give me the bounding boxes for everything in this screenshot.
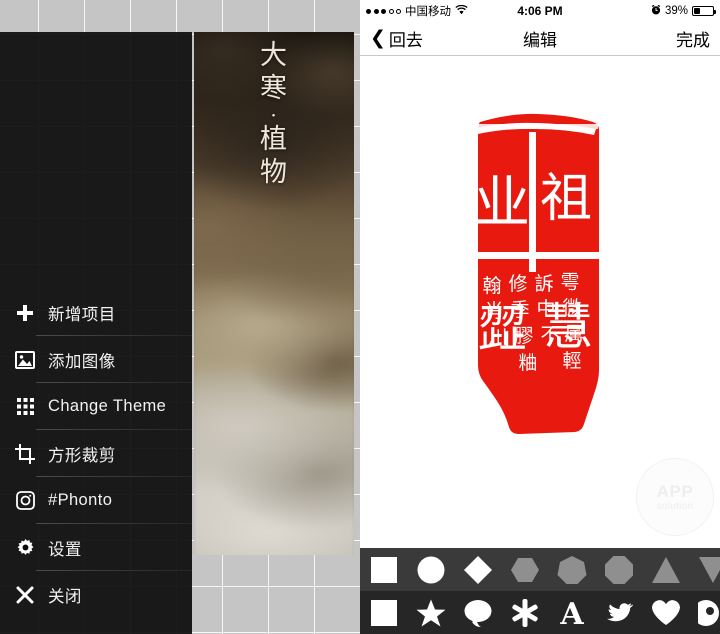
svg-text:业: 业	[474, 171, 530, 236]
gear-icon	[12, 535, 38, 561]
navigation-bar: ❮ 回去 编辑 完成	[360, 22, 720, 56]
svg-text:不: 不	[540, 324, 559, 346]
menu-spacer	[0, 32, 192, 289]
shape-star[interactable]	[407, 591, 454, 634]
svg-text:A: A	[559, 598, 584, 628]
image-icon	[12, 347, 38, 373]
photo-canvas[interactable]: 大 寒 · 植 物	[194, 32, 354, 555]
shape-triangle-down[interactable]	[689, 548, 720, 591]
alarm-clock-icon	[651, 4, 661, 18]
svg-text:季: 季	[510, 299, 529, 321]
menu-item-square-crop[interactable]: 方形裁剪	[0, 430, 192, 477]
menu-item-phonto-hashtag[interactable]: #Phonto	[0, 477, 192, 524]
menu-item-add-image[interactable]: 添加图像	[0, 336, 192, 383]
shape-hexagon[interactable]	[501, 548, 548, 591]
shape-circle-partial[interactable]	[689, 591, 720, 634]
signal-strength-icon	[366, 8, 401, 14]
red-seal-stamp-image[interactable]: 业 祖 歰 慧 翰 修 訴 雩 肖 季 中 微 川 膠 不 属 粬 輕	[456, 104, 616, 444]
plus-icon	[12, 300, 38, 326]
menu-item-settings[interactable]: 设置	[0, 524, 192, 571]
shape-heart[interactable]	[642, 591, 689, 634]
overlay-char-2: 寒	[260, 72, 288, 104]
watermark-line-1: APP	[656, 481, 694, 501]
shape-diamond[interactable]	[454, 548, 501, 591]
shape-letter-a[interactable]: A	[548, 591, 595, 634]
menu-item-new-project[interactable]: 新增项目	[0, 289, 192, 336]
svg-text:微: 微	[562, 297, 581, 319]
svg-text:修: 修	[508, 273, 527, 295]
shape-octagon[interactable]	[595, 548, 642, 591]
menu-item-label: 设置	[48, 540, 82, 559]
shape-row-bottom: A	[360, 591, 720, 634]
overlay-char-3: ·	[270, 102, 278, 127]
close-icon	[12, 582, 38, 608]
shape-bird[interactable]	[595, 591, 642, 634]
status-left: 中国移动	[366, 3, 468, 19]
shape-square-bottom[interactable]	[360, 591, 407, 634]
shape-heptagon[interactable]	[548, 548, 595, 591]
carrier-label: 中国移动	[405, 6, 451, 18]
menu-item-label: 添加图像	[48, 352, 116, 371]
right-ios-app: 中国移动 4:06 PM 39% ❮ 回去 编辑 完成 业 祖 歰 慧 翰 修 …	[360, 0, 720, 634]
back-button[interactable]: ❮ 回去	[370, 26, 423, 51]
shape-square-top[interactable]	[360, 548, 407, 591]
status-bar: 中国移动 4:06 PM 39%	[360, 0, 720, 22]
phonto-side-menu: 新增项目 添加图像 Change Theme 方形裁剪 #Phonto 设置 关…	[0, 32, 192, 634]
instagram-icon	[12, 488, 38, 514]
vertical-text-overlay[interactable]: 大 寒 · 植 物	[194, 40, 354, 190]
left-phonto-editor: 大 寒 · 植 物 新增项目 添加图像 Change Theme 方形裁剪 #P…	[0, 0, 360, 634]
menu-item-label: Change Theme	[48, 397, 167, 415]
menu-item-change-theme[interactable]: Change Theme	[0, 383, 192, 430]
svg-text:川: 川	[488, 326, 507, 348]
svg-text:訴: 訴	[534, 273, 553, 295]
overlay-char-5: 物	[260, 156, 288, 188]
watermark-line-2: solution	[656, 500, 694, 512]
svg-text:輕: 輕	[562, 350, 581, 372]
screenshot-root: 大 寒 · 植 物 新增项目 添加图像 Change Theme 方形裁剪 #P…	[0, 0, 720, 634]
back-button-label: 回去	[388, 31, 423, 50]
wifi-icon	[455, 4, 468, 18]
shape-triangle-up[interactable]	[642, 548, 689, 591]
menu-item-label: #Phonto	[48, 491, 113, 509]
status-right: 39%	[651, 4, 716, 18]
shape-circle[interactable]	[407, 548, 454, 591]
overlay-char-1: 大	[260, 40, 288, 71]
svg-text:祖: 祖	[540, 169, 592, 229]
shape-asterisk[interactable]	[501, 591, 548, 634]
shape-row-top	[360, 548, 720, 591]
svg-text:粬: 粬	[518, 352, 537, 374]
menu-item-label: 关闭	[48, 587, 82, 606]
done-button[interactable]: 完成	[676, 26, 710, 51]
edit-canvas[interactable]: 业 祖 歰 慧 翰 修 訴 雩 肖 季 中 微 川 膠 不 属 粬 輕 APP …	[360, 56, 720, 548]
chevron-left-icon: ❮	[370, 28, 386, 49]
grid-icon	[12, 394, 38, 420]
app-solution-watermark: APP solution	[636, 458, 714, 536]
svg-text:翰: 翰	[482, 275, 501, 297]
shape-speech-bubble[interactable]	[454, 591, 501, 634]
battery-percent-label: 39%	[664, 5, 688, 17]
svg-text:属: 属	[564, 323, 583, 345]
battery-icon	[692, 6, 716, 16]
svg-text:肖: 肖	[484, 300, 503, 322]
svg-text:雩: 雩	[560, 271, 579, 293]
menu-item-close[interactable]: 关闭	[0, 571, 192, 618]
shape-toolbar: A	[360, 548, 720, 634]
crop-icon	[12, 441, 38, 467]
svg-text:膠: 膠	[514, 325, 533, 347]
overlay-char-4: 植	[260, 123, 288, 155]
menu-item-label: 新增项目	[48, 305, 116, 324]
menu-item-label: 方形裁剪	[48, 446, 116, 465]
svg-text:中: 中	[536, 298, 555, 320]
